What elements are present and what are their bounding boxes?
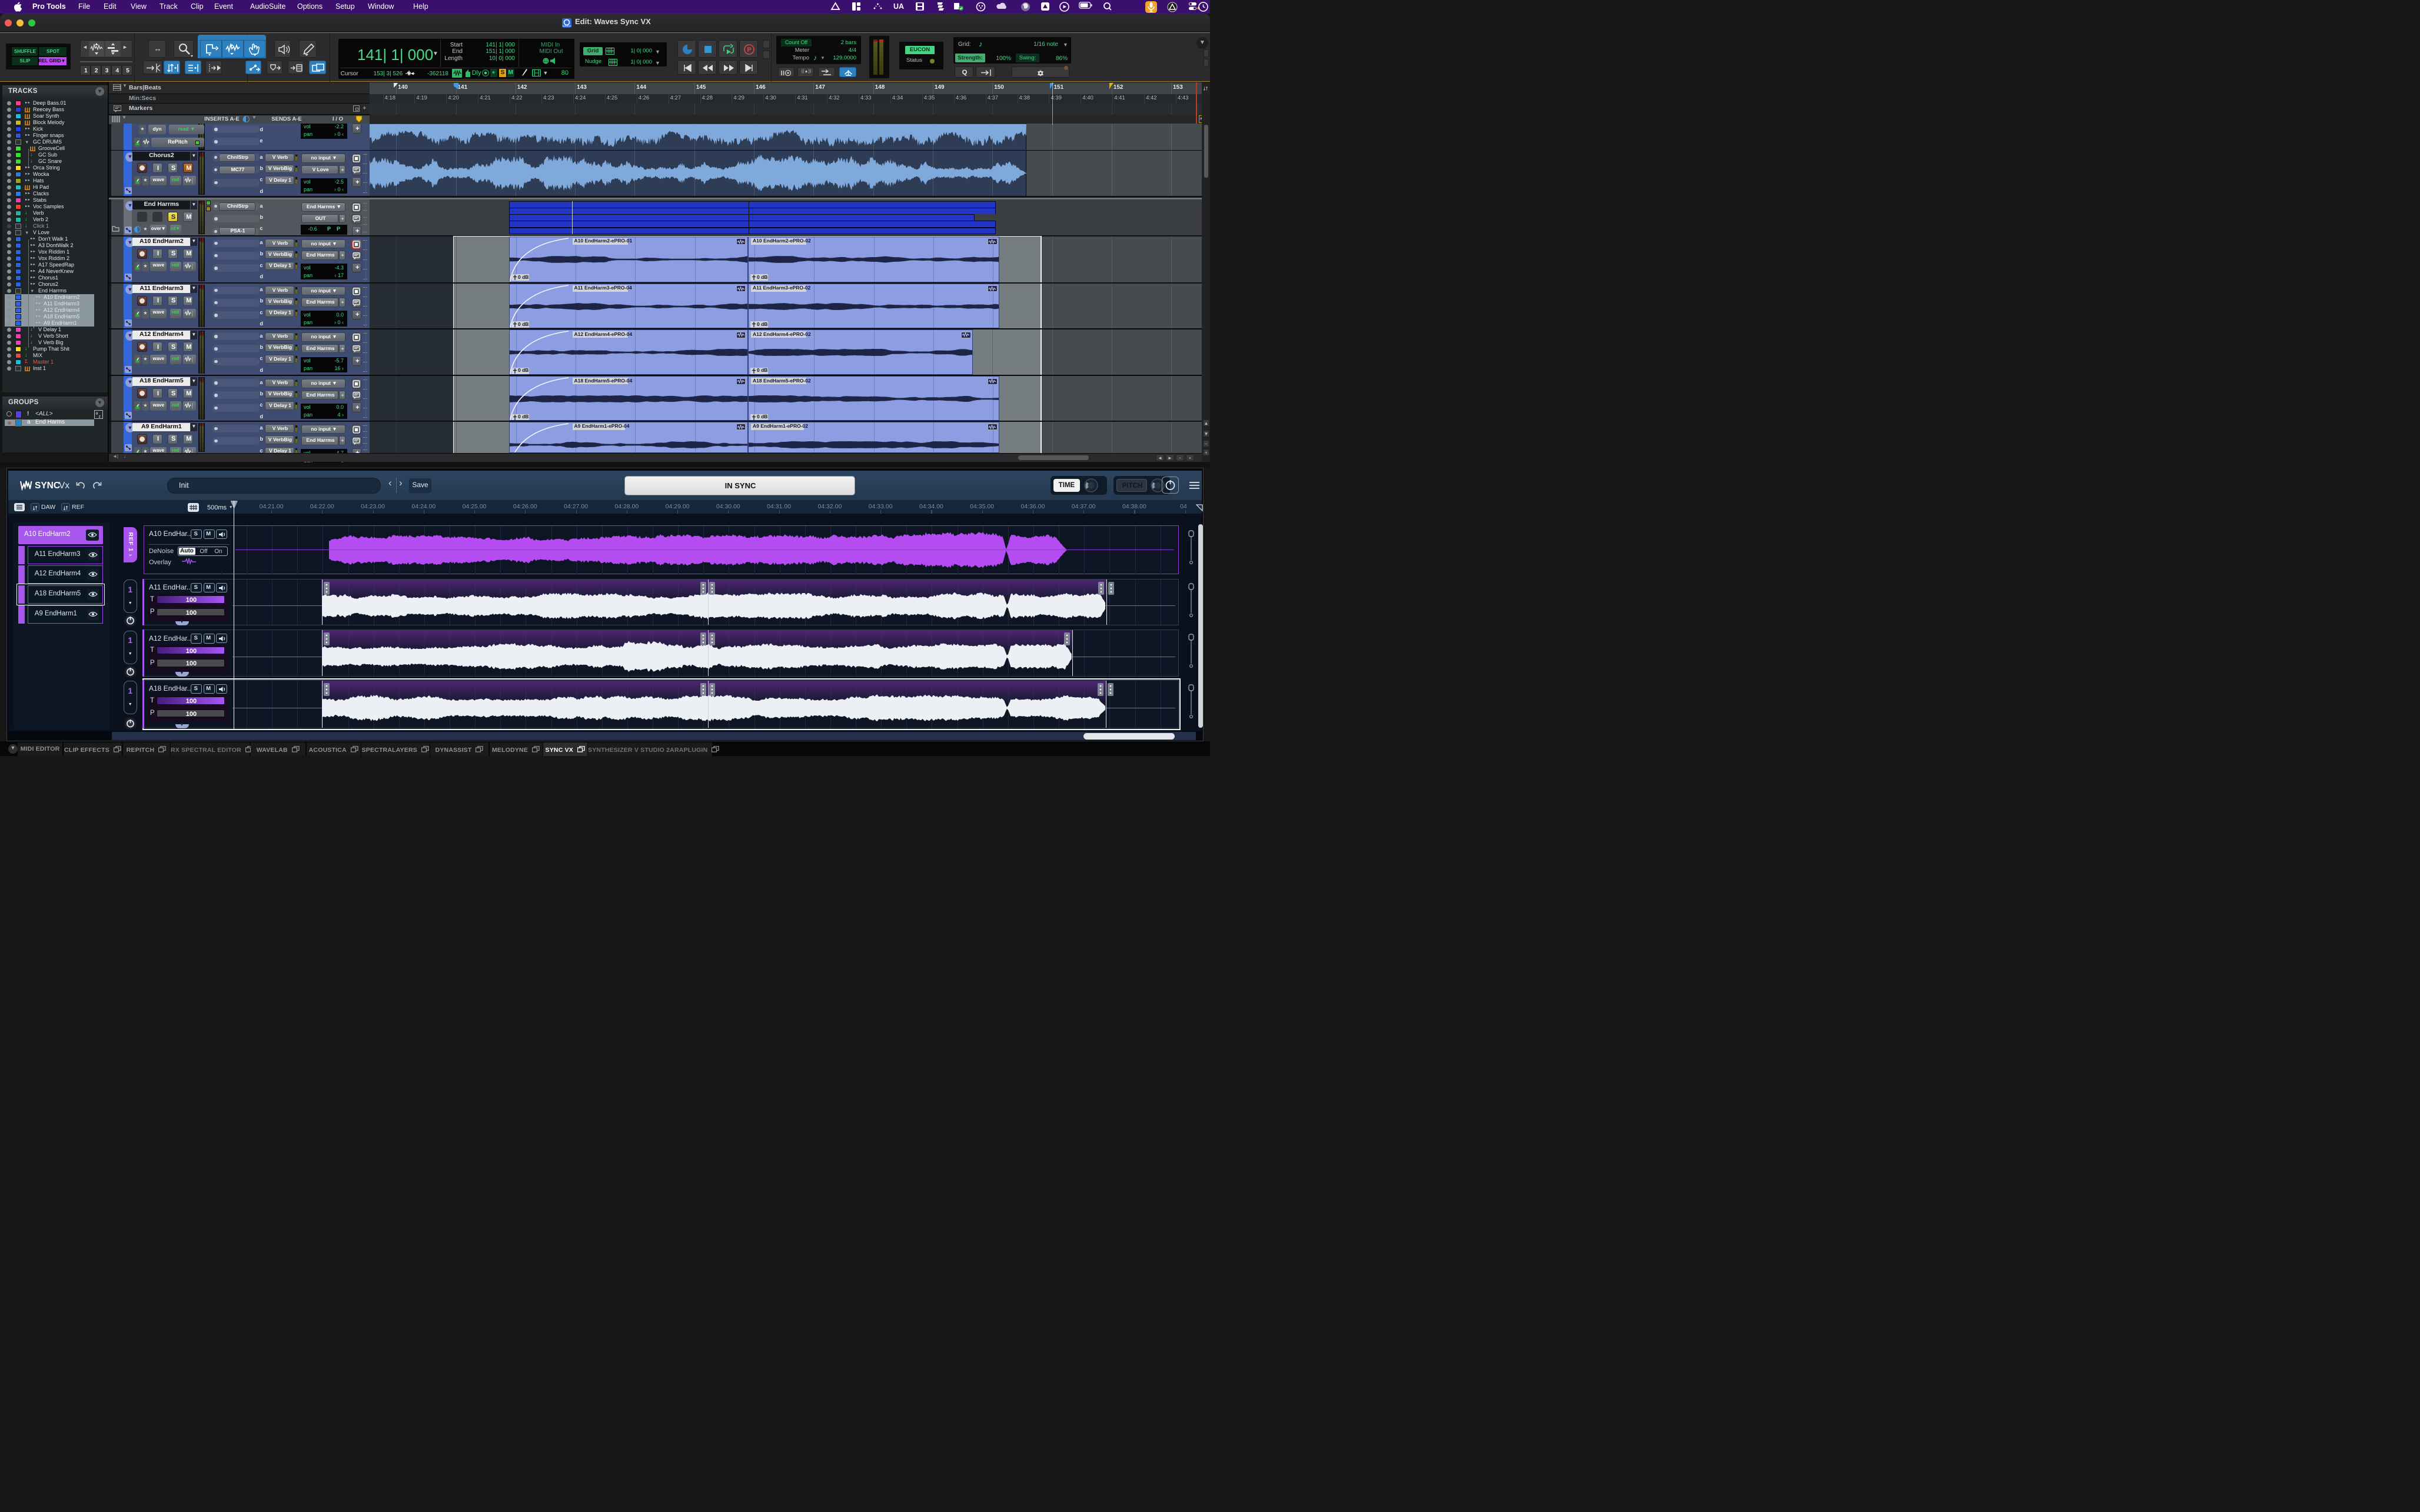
svg-text:z: z [99,415,101,418]
svg-text:P: P [747,46,751,54]
svg-text:SESSION: SESSION [562,25,571,28]
svg-text:a: a [96,412,98,416]
